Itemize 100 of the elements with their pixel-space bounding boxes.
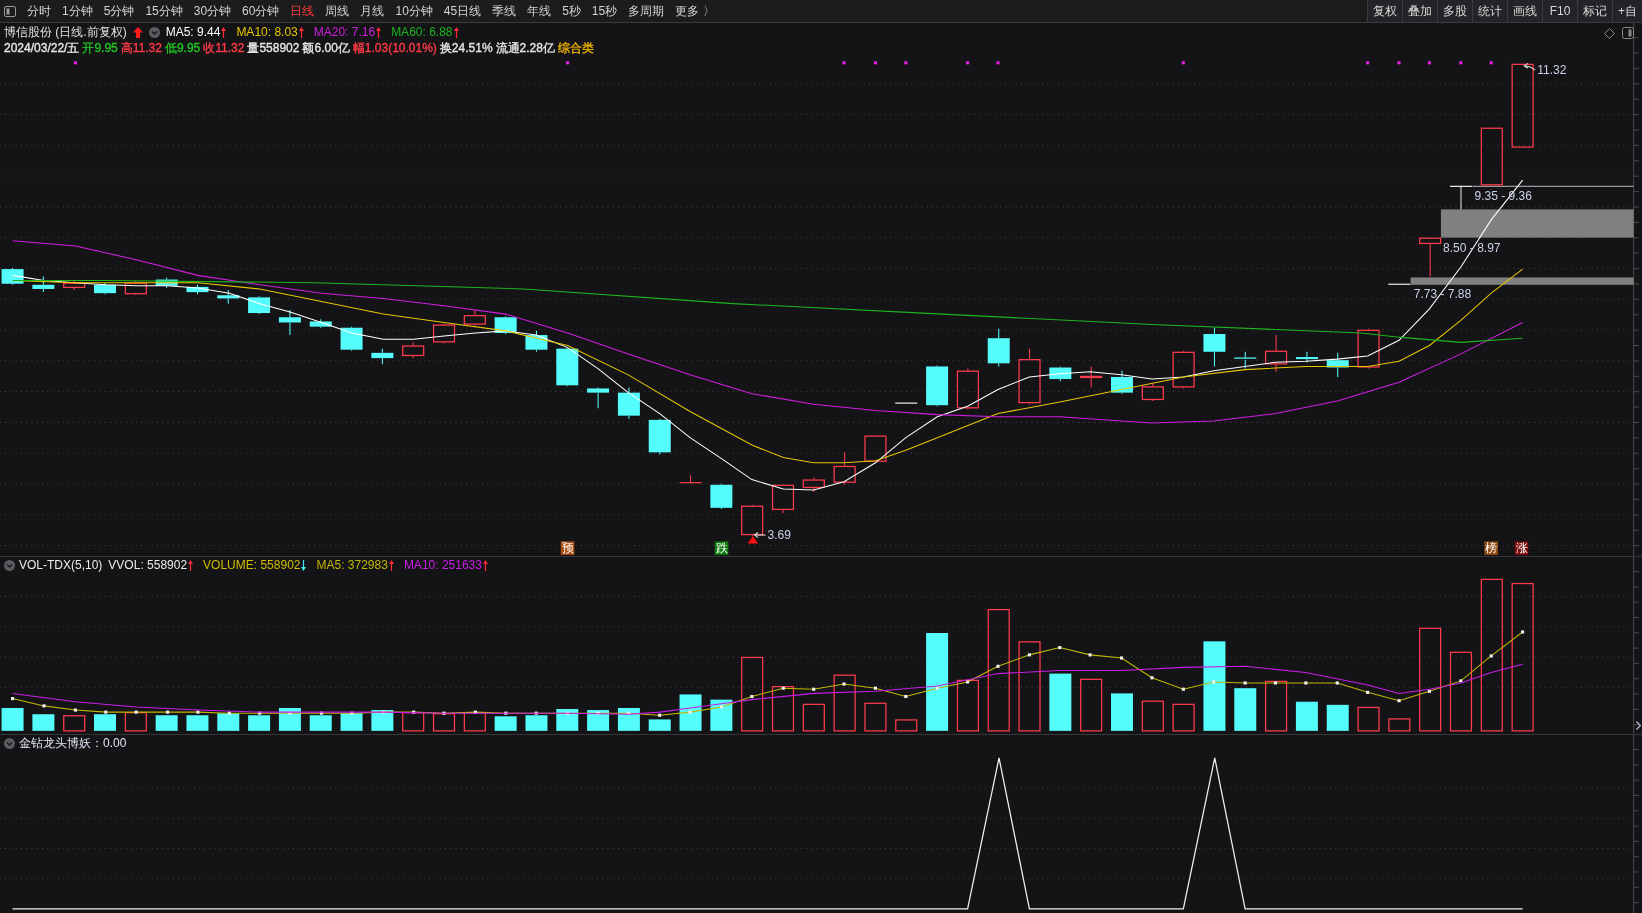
diamond-icon[interactable] xyxy=(1604,27,1615,39)
period-tab[interactable]: 日线 xyxy=(290,3,315,19)
volume-bar xyxy=(32,714,55,731)
signal-tag: 跌 xyxy=(714,541,729,555)
indicator-value: MA20: 7.16 xyxy=(313,24,376,41)
candlestick xyxy=(1,267,24,286)
volume-bar xyxy=(648,719,671,731)
quote-value: 开9.95 xyxy=(82,40,118,57)
candlestick xyxy=(1172,350,1195,389)
toolbar-button[interactable]: 叠加 xyxy=(1402,0,1437,22)
signal-tag: 预 xyxy=(560,541,575,555)
candlestick xyxy=(94,282,116,295)
toolbar-button[interactable]: 画线 xyxy=(1507,0,1542,22)
toolbar-button[interactable]: F10 xyxy=(1542,0,1577,22)
volume-bar xyxy=(1080,678,1103,732)
volume-bar xyxy=(217,713,240,731)
candlestick xyxy=(402,341,425,359)
candlestick xyxy=(864,435,887,462)
quote-value: 换24.51% xyxy=(439,40,493,57)
period-tab[interactable]: 15分钟 xyxy=(145,3,183,19)
chevron-icon[interactable] xyxy=(1636,721,1641,730)
candlestick xyxy=(1357,328,1380,370)
period-tab[interactable]: 30分钟 xyxy=(193,3,232,19)
period-tab[interactable]: 15秒 xyxy=(591,3,618,19)
period-tab[interactable]: 分时 xyxy=(27,3,51,19)
candlestick xyxy=(32,275,55,293)
indicator-title: 金钻龙头博妖：0.00 xyxy=(19,735,127,752)
candlestick xyxy=(278,309,301,336)
candlestick xyxy=(741,504,764,537)
candlestick xyxy=(926,364,949,407)
candlestick xyxy=(1295,351,1318,363)
candlestick xyxy=(525,330,548,353)
period-tab[interactable]: 多周期 xyxy=(628,3,665,19)
indicator-value: MA60: 6.88 xyxy=(391,24,453,41)
period-tab[interactable]: 60分钟 xyxy=(242,3,280,19)
volume-bar xyxy=(94,714,116,731)
period-tab[interactable]: 45日线 xyxy=(443,3,482,19)
period-tab[interactable]: 5秒 xyxy=(562,3,581,19)
candlestick xyxy=(1449,185,1473,210)
price-label: 7.73 - 7.88 xyxy=(1413,287,1472,302)
volume-bar xyxy=(617,707,640,731)
candlestick xyxy=(1018,348,1041,405)
candlestick xyxy=(894,402,918,404)
candlestick xyxy=(1419,237,1442,277)
period-tab[interactable]: 年线 xyxy=(527,3,552,19)
volume-bar xyxy=(1111,693,1133,731)
candlestick xyxy=(186,284,209,295)
candlestick xyxy=(63,280,86,291)
price-label: 3.69 xyxy=(767,528,791,543)
period-tab[interactable]: 更多 〉 xyxy=(675,3,715,19)
candlestick xyxy=(309,318,332,329)
candlestick xyxy=(1080,365,1103,388)
volume-bar xyxy=(432,713,456,732)
candlestick xyxy=(371,348,394,365)
candlestick xyxy=(248,295,271,315)
candlestick xyxy=(710,483,733,510)
quote-value: 高11.32 xyxy=(120,40,162,57)
signal-tag: 涨 xyxy=(1514,541,1529,555)
collapse-icon[interactable] xyxy=(4,559,15,571)
toolbar-button[interactable]: 多股 xyxy=(1437,0,1472,22)
candlestick xyxy=(1387,283,1411,285)
candlestick xyxy=(956,368,979,410)
period-tab[interactable]: 周线 xyxy=(325,3,350,19)
candlestick xyxy=(771,484,795,514)
indicator-value: VVOL: 558902 xyxy=(108,557,188,574)
volume-bar xyxy=(1234,688,1257,731)
collapse-icon[interactable] xyxy=(148,26,160,38)
toolbar-button[interactable]: 复权 xyxy=(1367,0,1402,22)
candlestick xyxy=(1141,382,1164,402)
period-tab[interactable]: 季线 xyxy=(492,3,517,19)
volume-bar xyxy=(1172,703,1195,732)
sidebar-toggle-icon[interactable] xyxy=(1622,27,1634,39)
candlestick xyxy=(648,418,671,455)
volume-bar xyxy=(833,674,856,732)
period-tab[interactable]: 月线 xyxy=(360,3,385,19)
indicator-value: VOLUME: 558902 xyxy=(203,557,301,574)
toolbar-button[interactable]: +自 xyxy=(1612,0,1642,22)
indicator-value: MA5: 372983 xyxy=(316,557,388,574)
candlestick xyxy=(1326,352,1349,378)
volume-bar xyxy=(309,715,332,731)
quote-value: 幅1.03(10.01%) xyxy=(352,40,437,57)
toolbar-button[interactable]: 标记 xyxy=(1577,0,1612,22)
period-tab[interactable]: 5分钟 xyxy=(103,3,135,19)
volume-bar xyxy=(371,710,394,731)
indicator-value: MA10: 8.03 xyxy=(236,24,298,41)
panel-toggle-icon[interactable] xyxy=(4,5,16,17)
volume-bar xyxy=(63,715,86,732)
period-tab[interactable]: 1分钟 xyxy=(62,3,93,19)
candlestick xyxy=(124,280,147,296)
volume-bar xyxy=(402,712,425,732)
collapse-icon[interactable] xyxy=(4,737,15,749)
volume-bar xyxy=(248,715,271,731)
toolbar-button[interactable]: 统计 xyxy=(1472,0,1507,22)
period-tab[interactable]: 10分钟 xyxy=(395,3,433,19)
volume-bar xyxy=(864,702,887,732)
quote-value: 综合类 xyxy=(557,40,594,57)
candlestick xyxy=(1480,127,1503,186)
price-label: 9.35 - 9.36 xyxy=(1474,188,1532,203)
candlestick xyxy=(1111,370,1133,395)
quote-value: 2024/03/22/五 xyxy=(4,40,80,57)
